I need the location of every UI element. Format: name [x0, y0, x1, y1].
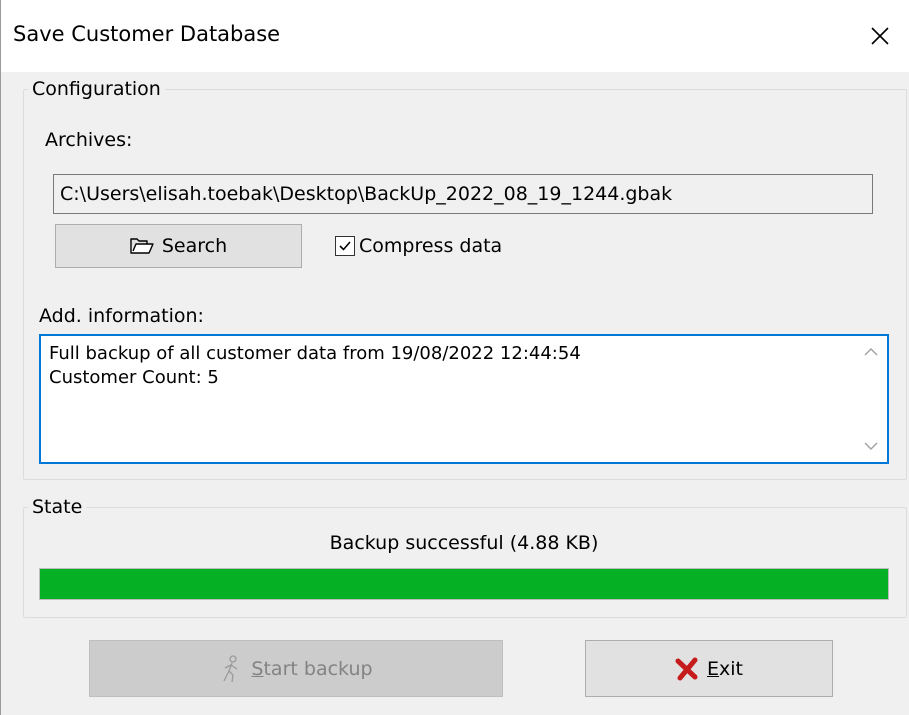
additional-information-text: Full backup of all customer data from 19… — [49, 342, 581, 390]
exit-label: Exit — [707, 657, 743, 680]
dialog-window: Save Customer Database Configuration Arc… — [0, 0, 909, 715]
start-backup-button[interactable]: Start backup — [89, 640, 503, 697]
archive-path-field[interactable] — [53, 174, 873, 214]
add-information-label: Add. information: — [39, 305, 204, 327]
checkbox-box[interactable] — [335, 236, 355, 256]
walking-person-icon — [219, 654, 243, 683]
exit-button[interactable]: Exit — [585, 640, 833, 697]
red-x-icon — [675, 657, 699, 681]
status-text: Backup successful (4.88 KB) — [329, 532, 599, 554]
close-button[interactable] — [851, 12, 909, 60]
scroll-up-arrow-icon[interactable] — [863, 346, 879, 358]
start-backup-label: Start backup — [251, 657, 373, 680]
checkmark-icon — [339, 241, 351, 251]
scroll-down-arrow-icon[interactable] — [863, 440, 879, 452]
window-title: Save Customer Database — [13, 22, 281, 46]
info-line: Full backup of all customer data from 19… — [49, 343, 581, 364]
search-button-label: Search — [161, 235, 228, 257]
compress-data-label: Compress data — [359, 235, 503, 257]
progress-bar — [39, 568, 889, 600]
state-group-label: State — [32, 496, 83, 518]
close-icon — [871, 27, 889, 45]
additional-information-textarea[interactable]: Full backup of all customer data from 19… — [39, 334, 889, 464]
info-line: Customer Count: 5 — [49, 367, 219, 388]
compress-data-checkbox[interactable]: Compress data — [335, 235, 502, 257]
title-bar: Save Customer Database — [1, 0, 909, 72]
vertical-scrollbar[interactable] — [855, 336, 887, 462]
folder-open-icon — [130, 237, 154, 255]
archives-label: Archives: — [45, 129, 133, 151]
search-button[interactable]: Search — [55, 224, 302, 268]
progress-bar-fill — [40, 569, 888, 599]
configuration-group-label: Configuration — [32, 78, 161, 100]
